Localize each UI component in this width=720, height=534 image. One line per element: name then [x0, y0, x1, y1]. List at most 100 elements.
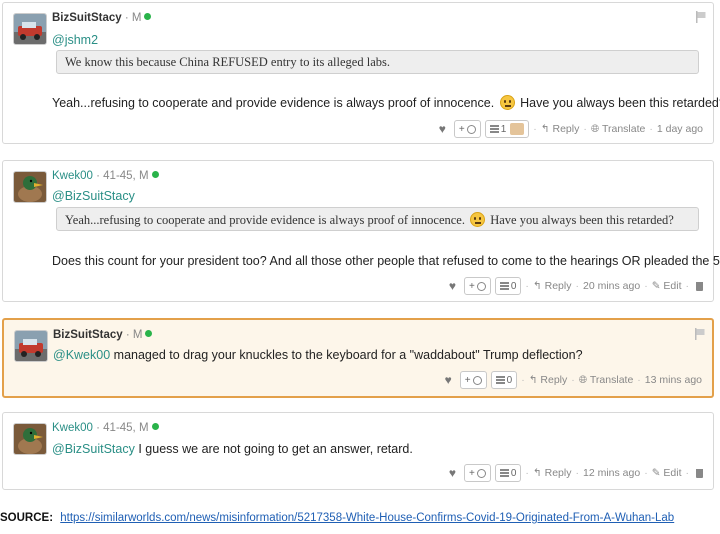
like-heart-icon[interactable]: ♥: [449, 279, 456, 293]
comment-text: Yeah...refusing to cooperate and provide…: [52, 96, 495, 110]
quote-block: Yeah...refusing to cooperate and provide…: [56, 207, 699, 231]
online-indicator-icon: [151, 423, 159, 430]
action-bar: ♥ + 0 · ↰ Reply · 🌐︎ Translate · 13 mins…: [444, 371, 702, 389]
comment-header: BizSuitStacy · M: [52, 12, 152, 24]
reply-label: Reply: [544, 280, 572, 292]
react-label: +: [469, 280, 475, 292]
comment-body: @BizSuitStacy I guess we are not going t…: [52, 442, 705, 456]
avatar[interactable]: [14, 330, 48, 362]
translate-button[interactable]: 🌐︎ Translate: [579, 374, 634, 387]
mention-link[interactable]: @BizSuitStacy: [52, 189, 135, 203]
edit-button[interactable]: ✎ Edit: [652, 280, 682, 292]
action-bar: ♥ + 0 · ↰ Reply · 20 mins ago · ✎ Edit ·: [449, 277, 703, 295]
action-bar: ♥ + 1 · ↰ Reply · 🌐︎ Translate · 1 day a…: [438, 120, 703, 138]
replies-count: 0: [510, 467, 517, 479]
smile-icon: [476, 281, 486, 291]
eye-roll-emoji-icon: [499, 95, 515, 110]
react-label: +: [464, 374, 471, 386]
reply-button[interactable]: ↰ Reply: [533, 467, 572, 479]
online-indicator-icon: [145, 330, 153, 337]
username-link[interactable]: BizSuitStacy: [52, 12, 122, 24]
user-meta: · 41-45, M: [96, 170, 149, 182]
quote-text: Yeah...refusing to cooperate and provide…: [65, 213, 465, 227]
comment-header: BizSuitStacy · M: [53, 329, 153, 341]
translate-label: Translate: [601, 122, 646, 135]
mention-link[interactable]: @BizSuitStacy: [52, 442, 135, 456]
react-button[interactable]: +: [464, 464, 491, 482]
comment-card: BizSuitStacy · M @jshm2 We know this bec…: [2, 2, 720, 144]
reply-button[interactable]: ↰ Reply: [529, 374, 568, 386]
react-label: +: [458, 123, 465, 135]
replies-button[interactable]: 0: [490, 371, 518, 389]
like-heart-icon[interactable]: ♥: [439, 122, 446, 136]
list-icon: [495, 376, 505, 384]
trash-icon[interactable]: [696, 281, 703, 291]
smile-icon: [472, 375, 482, 385]
username-link[interactable]: Kwek00: [52, 422, 93, 434]
replies-button[interactable]: 1: [484, 120, 530, 138]
comment-card: Kwek00 · 41-45, M @BizSuitStacy I guess …: [2, 412, 714, 490]
username-link[interactable]: Kwek00: [52, 170, 93, 182]
like-heart-icon[interactable]: ♥: [449, 466, 456, 480]
reply-avatar-icon: [510, 123, 525, 135]
react-button[interactable]: +: [459, 371, 487, 389]
replies-button[interactable]: 0: [494, 277, 522, 295]
translate-label: Translate: [589, 373, 634, 386]
react-label: +: [469, 467, 475, 479]
edit-label: Edit: [663, 467, 682, 479]
react-button[interactable]: +: [464, 277, 491, 295]
smile-icon: [476, 468, 486, 478]
reply-button[interactable]: ↰ Reply: [541, 123, 580, 135]
edit-button[interactable]: ✎ Edit: [652, 467, 682, 479]
timestamp: 1 day ago: [656, 123, 703, 135]
comment-card-highlighted: BizSuitStacy · M @Kwek00 managed to drag…: [2, 318, 714, 398]
like-heart-icon[interactable]: ♥: [445, 373, 452, 387]
mention-link[interactable]: @Kwek00: [53, 348, 110, 362]
trash-icon[interactable]: [696, 468, 703, 478]
replies-count: 0: [506, 374, 513, 386]
timestamp: 12 mins ago: [582, 467, 641, 479]
comment-card: Kwek00 · 41-45, M @BizSuitStacy Yeah...r…: [2, 160, 720, 302]
comment-body: Does this count for your president too? …: [52, 254, 720, 268]
comment-text: I guess we are not going to get an answe…: [138, 442, 413, 456]
user-meta: · 41-45, M: [96, 422, 149, 434]
smile-icon: [466, 124, 476, 134]
online-indicator-icon: [151, 171, 159, 178]
list-icon: [499, 469, 509, 477]
replies-count: 0: [510, 280, 517, 292]
comment-header: Kwek00 · 41-45, M: [52, 170, 159, 182]
flag-icon[interactable]: [694, 328, 706, 340]
action-bar: ♥ + 0 · ↰ Reply · 12 mins ago · ✎ Edit ·: [449, 464, 703, 482]
comment-body: @Kwek00 managed to drag your knuckles to…: [53, 348, 704, 362]
replies-button[interactable]: 0: [494, 464, 522, 482]
timestamp: 20 mins ago: [582, 280, 641, 292]
avatar[interactable]: [13, 423, 47, 455]
eye-roll-emoji-icon: [470, 212, 486, 227]
avatar[interactable]: [13, 171, 47, 203]
comment-header: Kwek00 · 41-45, M: [52, 422, 159, 434]
source-link[interactable]: https://similarworlds.com/news/misinform…: [60, 512, 674, 524]
edit-label: Edit: [663, 280, 682, 292]
comment-body: Yeah...refusing to cooperate and provide…: [52, 95, 720, 110]
reply-label: Reply: [544, 467, 572, 479]
reply-label: Reply: [540, 374, 568, 386]
username-link[interactable]: BizSuitStacy: [53, 329, 123, 341]
translate-button[interactable]: 🌐︎ Translate: [591, 123, 646, 136]
timestamp: 13 mins ago: [644, 374, 702, 386]
flag-icon[interactable]: [695, 11, 707, 23]
avatar[interactable]: [13, 13, 47, 45]
comment-text: Have you always been this retarded?: [520, 96, 720, 110]
source-label: SOURCE:: [0, 512, 54, 524]
react-button[interactable]: +: [453, 120, 481, 138]
user-meta: · M: [124, 12, 142, 24]
user-meta: · M: [125, 329, 143, 341]
reply-label: Reply: [552, 123, 580, 135]
online-indicator-icon: [144, 13, 152, 20]
comment-text: managed to drag your knuckles to the key…: [113, 348, 583, 362]
quote-block: We know this because China REFUSED entry…: [56, 50, 699, 74]
mention-link[interactable]: @jshm2: [52, 33, 98, 47]
list-icon: [499, 282, 509, 290]
reply-button[interactable]: ↰ Reply: [533, 280, 572, 292]
source-line: SOURCE: https://similarworlds.com/news/m…: [0, 512, 674, 524]
quote-text: Have you always been this retarded?: [490, 213, 674, 227]
